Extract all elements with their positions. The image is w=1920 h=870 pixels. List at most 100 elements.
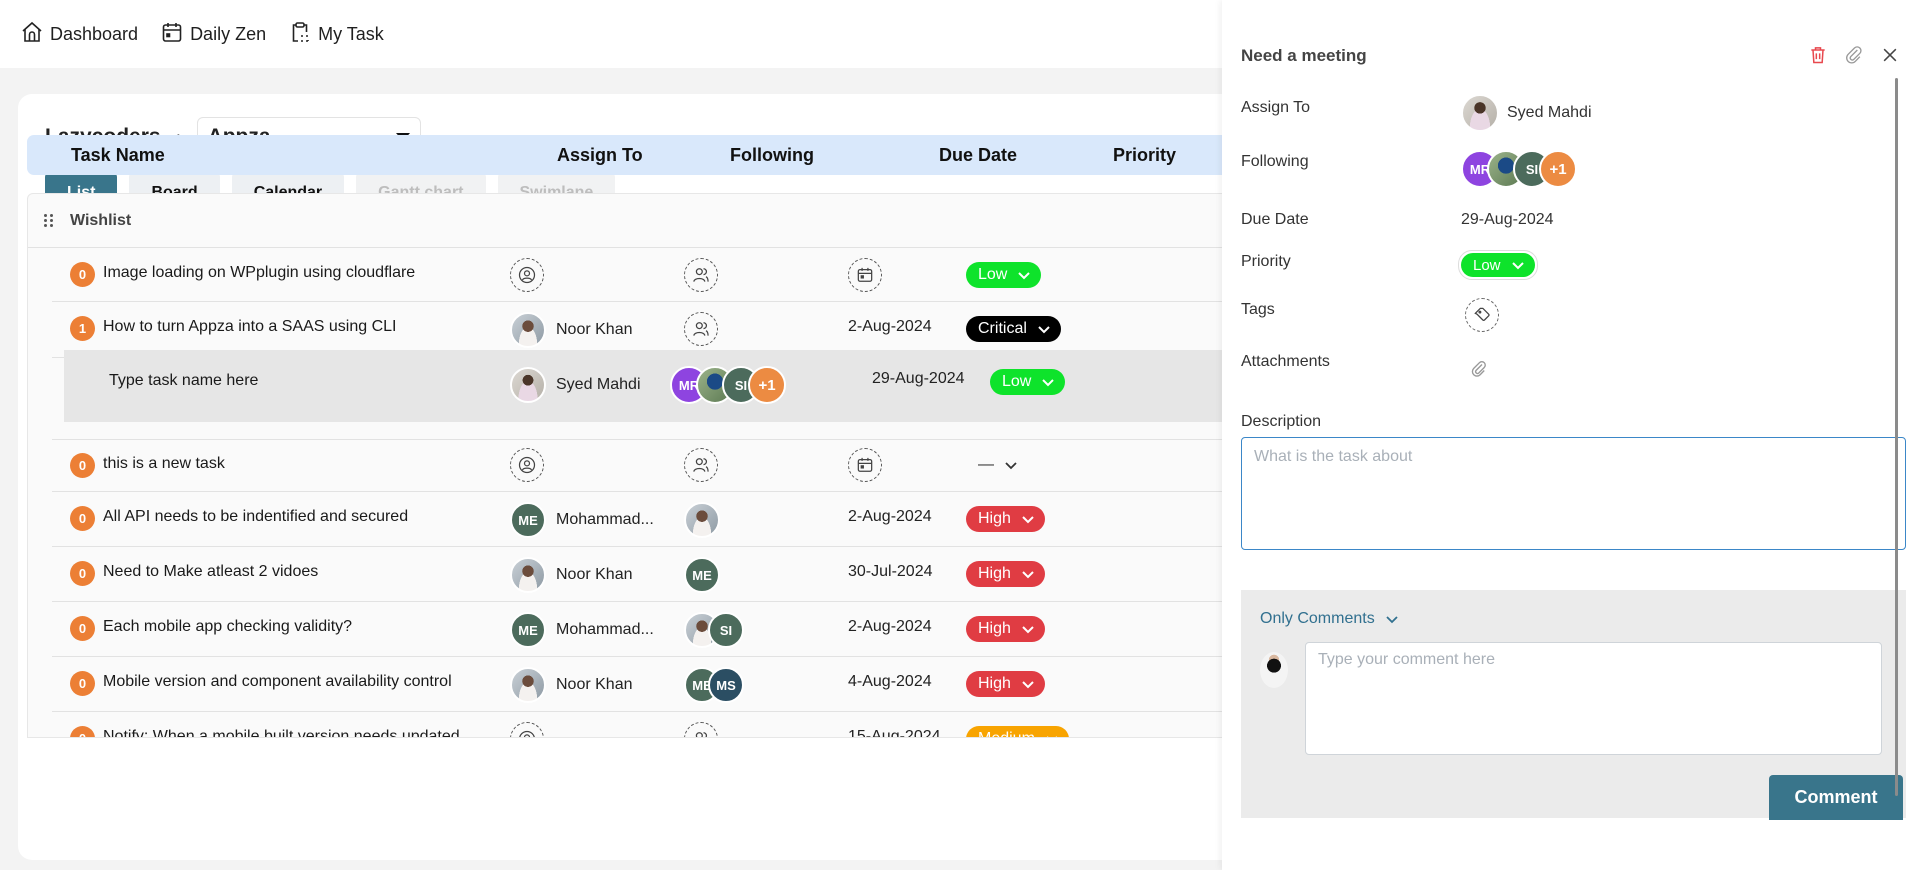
assign-cell[interactable]: ME Mohammad... [510,612,654,648]
due-cell[interactable] [848,448,882,482]
priority-pill[interactable]: High [966,506,1045,532]
following-value[interactable]: MR SI +1 [1461,150,1577,188]
column-task-name[interactable]: Task Name [71,145,165,166]
comments-filter[interactable]: Only Comments [1260,610,1399,628]
following-cell[interactable] [684,312,718,346]
add-follower-icon[interactable] [684,448,718,482]
new-task-name-input[interactable]: Type task name here [109,372,258,390]
due-date[interactable]: 30-Jul-2024 [848,563,933,581]
task-name[interactable]: Mobile version and component availabilit… [103,673,452,691]
due-cell[interactable] [848,258,882,292]
new-task-due[interactable]: 29-Aug-2024 [872,370,965,388]
nav-dashboard[interactable]: Dashboard [20,20,138,49]
more-followers-badge[interactable]: +1 [1539,150,1577,188]
description-input[interactable] [1241,437,1906,550]
priority-cell[interactable]: Medium [966,726,1069,737]
assign-cell[interactable]: Noor Khan [510,312,633,348]
priority-select[interactable]: Low [1458,250,1538,280]
new-task-priority[interactable]: Low [990,369,1066,395]
table-row[interactable]: 0 Need to Make atleast 2 vidoes Noor Kha… [52,547,1266,602]
priority-pill[interactable]: Low [1461,253,1535,277]
task-name[interactable]: How to turn Appza into a SAAS using CLI [103,318,397,336]
task-name[interactable]: Image loading on WPplugin using cloudfla… [103,264,415,282]
table-row[interactable]: 0 Mobile version and component availabil… [52,657,1266,712]
assign-value[interactable]: Syed Mahdi [1461,94,1592,132]
due-date[interactable]: 4-Aug-2024 [848,673,932,691]
due-date[interactable]: 15-Aug-2024 [848,728,941,737]
due-date-value[interactable]: 29-Aug-2024 [1461,211,1554,229]
nav-daily-zen[interactable]: Daily Zen [160,20,266,49]
following-cell[interactable] [684,722,718,737]
priority-pill[interactable]: Medium [966,726,1069,737]
assign-cell[interactable]: Noor Khan [510,557,633,593]
task-name[interactable]: Need to Make atleast 2 vidoes [103,563,318,581]
priority-pill[interactable]: High [966,616,1045,642]
following-cell[interactable]: ME [684,557,720,593]
priority-cell[interactable]: Low [966,262,1042,288]
drag-handle-icon[interactable] [44,214,56,227]
column-due-date[interactable]: Due Date [939,145,1017,166]
set-due-date-icon[interactable] [848,448,882,482]
table-row[interactable]: 0 Notify: When a mobile built version ne… [52,712,1266,737]
more-followers-badge[interactable]: +1 [748,366,786,404]
delete-button[interactable] [1808,45,1828,70]
priority-pill[interactable]: — [966,452,1028,478]
task-name[interactable]: Notify: When a mobile built version need… [103,728,460,737]
priority-cell[interactable]: High [966,561,1045,587]
due-date[interactable]: 2-Aug-2024 [848,618,932,636]
priority-cell[interactable]: Critical [966,316,1061,342]
drawer-scrollbar[interactable] [1895,78,1898,796]
chevron-down-icon [1386,616,1398,624]
new-task-assign[interactable]: Syed Mahdi [510,367,641,403]
priority-pill[interactable]: Critical [966,316,1061,342]
following-cell[interactable] [684,448,718,482]
group-header[interactable]: Wishlist [28,194,1266,248]
add-attachment-button[interactable] [1470,360,1488,378]
assign-cell[interactable] [510,258,544,292]
following-cell[interactable] [684,502,720,538]
close-button[interactable] [1880,45,1900,70]
priority-pill[interactable]: High [966,561,1045,587]
add-tag-button[interactable] [1465,298,1499,332]
add-follower-icon[interactable] [684,258,718,292]
column-assign-to[interactable]: Assign To [557,145,643,166]
add-assignee-icon[interactable] [510,722,544,737]
task-name[interactable]: All API needs to be indentified and secu… [103,508,408,526]
following-cell[interactable]: SI [684,612,744,648]
add-assignee-icon[interactable] [510,258,544,292]
due-date[interactable]: 2-Aug-2024 [848,318,932,336]
comment-button[interactable]: Comment [1769,775,1903,820]
drawer-title[interactable]: Need a meeting [1241,46,1367,66]
due-date[interactable]: 2-Aug-2024 [848,508,932,526]
priority-pill[interactable]: Low [966,262,1042,288]
add-assignee-icon[interactable] [510,448,544,482]
comment-input[interactable] [1305,642,1882,755]
priority-cell[interactable]: High [966,671,1045,697]
table-row[interactable]: 0 this is a new task — [52,440,1266,492]
priority-cell[interactable]: High [966,506,1045,532]
attach-button[interactable] [1844,45,1864,70]
add-follower-icon[interactable] [684,312,718,346]
following-cell[interactable] [684,258,718,292]
column-following[interactable]: Following [730,145,814,166]
priority-cell[interactable]: — [966,452,1028,478]
assign-cell[interactable]: Noor Khan [510,667,633,703]
column-priority[interactable]: Priority [1113,145,1176,166]
task-name[interactable]: this is a new task [103,455,225,473]
assign-cell[interactable] [510,448,544,482]
nav-my-task[interactable]: My Task [288,20,384,49]
priority-pill[interactable]: Low [990,369,1066,395]
following-cell[interactable]: ME MS [684,667,744,703]
priority-pill[interactable]: High [966,671,1045,697]
add-follower-icon[interactable] [684,722,718,737]
priority-cell[interactable]: High [966,616,1045,642]
set-due-date-icon[interactable] [848,258,882,292]
new-task-following[interactable]: MR SI +1 [670,366,786,404]
table-row[interactable]: 0 Each mobile app checking validity? ME … [52,602,1266,657]
table-row[interactable]: 0 All API needs to be indentified and se… [52,492,1266,547]
table-row[interactable]: 0 Image loading on WPplugin using cloudf… [52,248,1266,302]
new-task-row[interactable]: Type task name here Syed Mahdi MR SI +1 … [64,350,1266,422]
task-name[interactable]: Each mobile app checking validity? [103,618,352,636]
assign-cell[interactable] [510,722,544,737]
assign-cell[interactable]: ME Mohammad... [510,502,654,538]
